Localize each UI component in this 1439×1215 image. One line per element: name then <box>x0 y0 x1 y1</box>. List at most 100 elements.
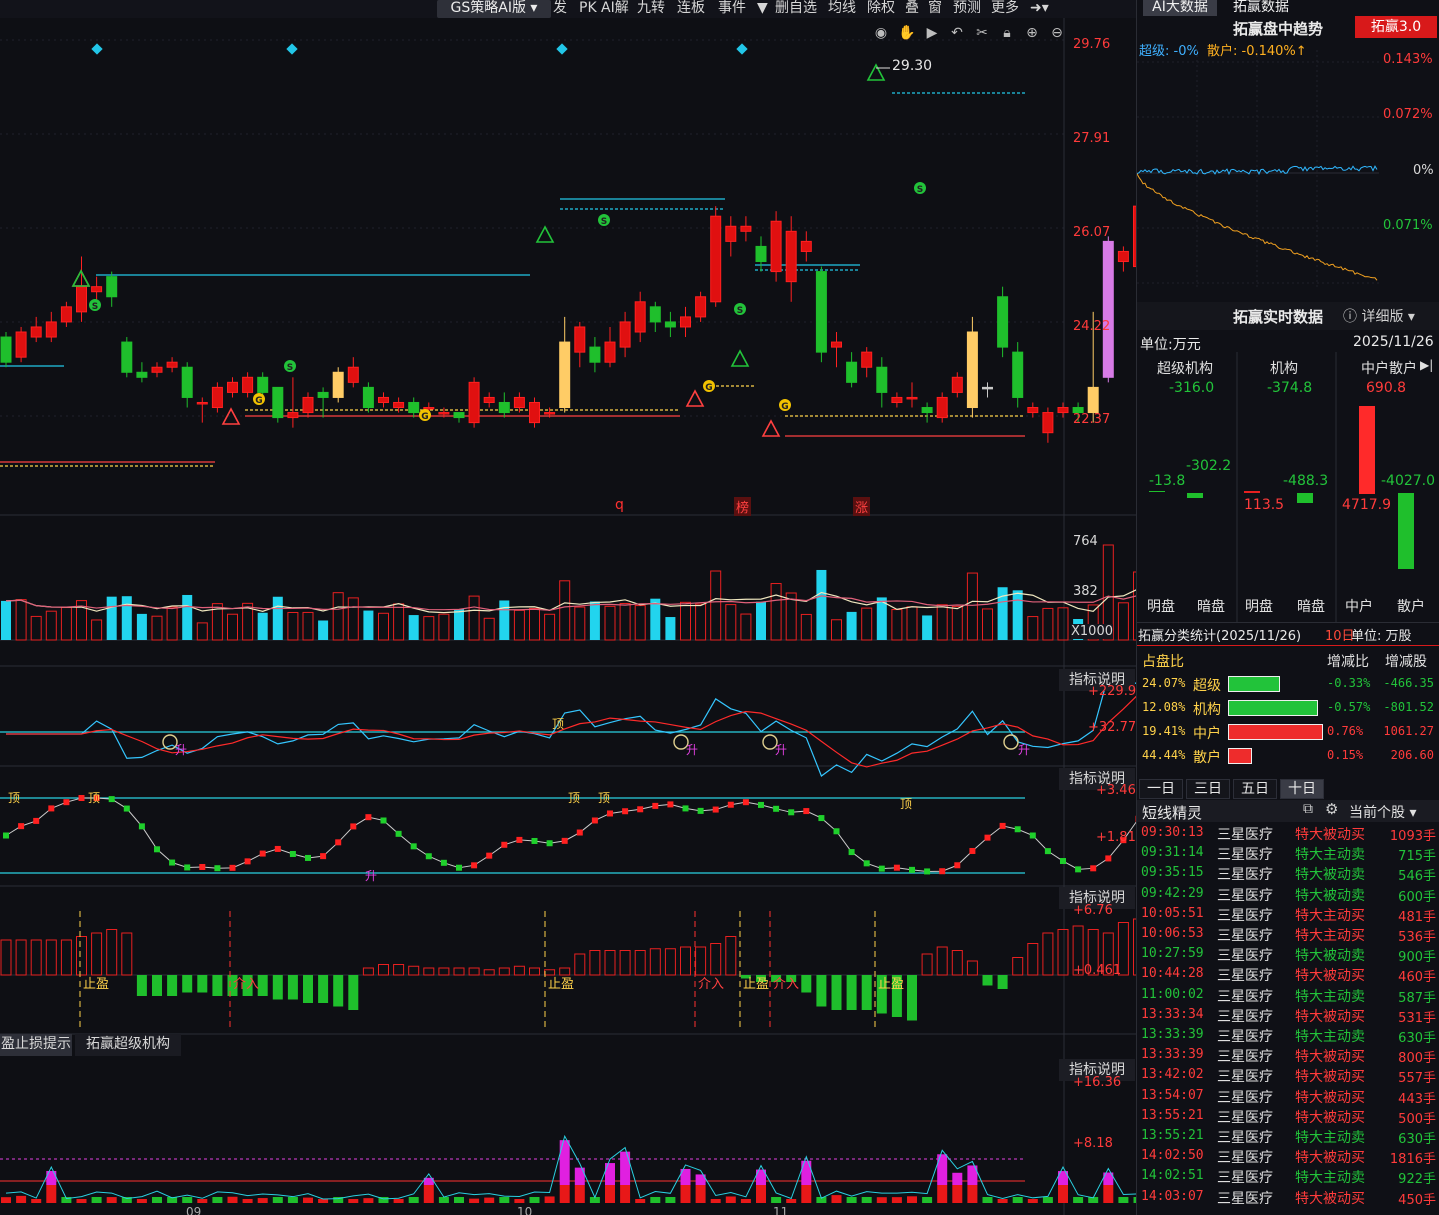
candle-body <box>317 391 329 398</box>
trade-time: 09:42:29 <box>1141 885 1204 901</box>
ind4-green-bar <box>922 1197 933 1203</box>
toolbar-item-arrow[interactable]: ▼ <box>757 0 768 18</box>
ind4-red-bar <box>46 1185 57 1203</box>
trade-row[interactable]: 13:55:21 三星医疗 特大被动买 500手 <box>1137 1106 1439 1127</box>
toolbar-item-jiuzhuan[interactable]: 九转 <box>637 0 665 18</box>
volume-bar <box>45 610 57 641</box>
ind2-square <box>576 829 583 836</box>
ind4-green-bar <box>861 1197 872 1203</box>
trade-qty: 1816手 <box>1389 1152 1436 1168</box>
period-tab[interactable]: 十日 <box>1280 779 1324 799</box>
trade-row[interactable]: 09:31:14 三星医疗 特大主动卖 715手 <box>1137 843 1439 865</box>
detail-label: 详细版 <box>1361 309 1404 325</box>
candle-body <box>91 286 103 293</box>
tab-tuoying-data[interactable]: 拓赢数据 <box>1221 0 1301 16</box>
toolbar-item-event[interactable]: 事件 <box>718 0 746 18</box>
ind2-square <box>108 796 115 803</box>
trade-row[interactable]: 13:42:02 三星医疗 特大被动买 557手 <box>1137 1065 1439 1086</box>
trade-qty: 715手 <box>1398 849 1436 865</box>
trade-row[interactable]: 13:33:39 三星医疗 特大主动卖 630手 <box>1137 1025 1439 1046</box>
volume-bar <box>710 570 722 641</box>
ind3-bar <box>106 929 118 976</box>
ind2-square <box>773 805 780 812</box>
g-signal-icon-text: G <box>421 412 428 422</box>
volume-bar <box>121 596 132 640</box>
toolbar-item-overlay[interactable]: 叠 <box>905 0 919 18</box>
toolbar-item-window[interactable]: 窗 <box>928 0 942 18</box>
toolbar-item-xdr[interactable]: 除权 <box>867 0 895 18</box>
trade-row[interactable]: 10:44:28 三星医疗 特大被动买 460手 <box>1137 964 1439 985</box>
ind2-square <box>984 834 991 841</box>
volume-bar <box>483 617 495 641</box>
stats-shares: 1061.27 <box>1383 724 1434 738</box>
strategy-dropdown[interactable]: GS策略AI版 ▾ <box>437 0 551 18</box>
trade-type: 特大主动卖 <box>1295 1170 1365 1187</box>
trade-row[interactable]: 13:33:39 三星医疗 特大被动买 800手 <box>1137 1045 1439 1066</box>
volume-bar <box>347 597 359 641</box>
event-marker-bang[interactable]: 榜 <box>734 497 752 516</box>
ind4-red-bar <box>393 1199 404 1203</box>
ind3-bar <box>982 975 993 986</box>
detail-toggle[interactable]: ⓘ 详细版 ▾ <box>1343 306 1415 326</box>
toolbar-item-remove-watch[interactable]: 删自选 <box>775 0 817 18</box>
tab-stop-loss[interactable]: 盈止损提示 <box>0 1034 72 1056</box>
expand-icon[interactable]: ▶| <box>1420 358 1433 372</box>
trade-row[interactable]: 13:55:21 三星医疗 特大主动卖 630手 <box>1137 1126 1439 1147</box>
ind2-square <box>259 850 266 857</box>
period-tab[interactable]: 五日 <box>1233 779 1277 799</box>
scope-dropdown[interactable]: 当前个股 ▾ <box>1349 802 1416 822</box>
trade-row[interactable]: 14:02:51 三星医疗 特大主动卖 922手 <box>1137 1166 1439 1187</box>
trade-stock: 三星医疗 <box>1217 1190 1273 1207</box>
trade-row[interactable]: 09:42:29 三星医疗 特大被动卖 600手 <box>1137 884 1439 905</box>
ind4-red-bar <box>1103 1185 1114 1203</box>
candle-body <box>740 225 752 232</box>
period-tab[interactable]: 一日 <box>1139 779 1183 799</box>
trade-type: 特大被动买 <box>1295 968 1365 985</box>
trade-row[interactable]: 10:06:53 三星医疗 特大主动买 536手 <box>1137 924 1439 945</box>
event-marker-zhang[interactable]: 涨 <box>853 497 871 516</box>
ind4-green-bar <box>529 1197 540 1203</box>
ind3-bar <box>453 967 465 976</box>
trend-badge[interactable]: 拓赢3.0 <box>1355 16 1437 38</box>
ind2-square <box>1105 855 1112 862</box>
trade-row[interactable]: 11:00:02 三星医疗 特大主动卖 587手 <box>1137 985 1439 1006</box>
ind2-square <box>682 805 689 812</box>
trade-row[interactable]: 13:33:34 三星医疗 特大被动买 531手 <box>1137 1005 1439 1026</box>
ind3-bar <box>604 950 616 976</box>
event-marker-q[interactable]: q <box>615 497 624 513</box>
tab-ai-data[interactable]: AI大数据 <box>1143 0 1217 16</box>
toolbar-item-pk[interactable]: PK <box>579 0 597 18</box>
ind4-green-bar <box>665 1197 676 1203</box>
toolbar-item-lianban[interactable]: 连板 <box>677 0 705 18</box>
toolbar-item-ma[interactable]: 均线 <box>828 0 856 18</box>
toolbar-item-more[interactable]: 更多 <box>991 0 1019 18</box>
popout-icon[interactable]: ⧉ <box>1303 801 1313 817</box>
trade-type: 特大主动卖 <box>1295 1130 1365 1146</box>
ind3-bar <box>861 975 872 1010</box>
trade-row[interactable]: 09:35:15 三星医疗 特大被动卖 546手 <box>1137 863 1439 884</box>
ind2-square <box>516 836 523 843</box>
trade-row[interactable]: 13:54:07 三星医疗 特大被动买 443手 <box>1137 1086 1439 1107</box>
candle-body <box>725 225 737 242</box>
ind4-green-bar <box>846 1197 857 1203</box>
trade-row[interactable]: 14:02:50 三星医疗 特大被动买 1816手 <box>1137 1146 1439 1168</box>
ind2-square <box>229 864 236 871</box>
gear-icon[interactable]: ⚙ <box>1325 800 1338 818</box>
period-tab[interactable]: 三日 <box>1186 779 1230 799</box>
trade-row[interactable]: 10:27:59 三星医疗 特大被动卖 900手 <box>1137 944 1439 965</box>
trade-row[interactable]: 10:05:51 三星医疗 特大主动买 481手 <box>1137 904 1439 925</box>
info-icon: ⓘ <box>1343 309 1362 325</box>
collapse-right-icon[interactable]: ➜▾ <box>1030 0 1049 18</box>
toolbar-item-ai[interactable]: AI解 <box>601 0 629 18</box>
ind4-green-bar <box>771 1197 782 1203</box>
toolbar-item-predict[interactable]: 预测 <box>953 0 981 18</box>
trade-row[interactable]: 09:30:13 三星医疗 特大被动买 1093手 <box>1137 823 1439 844</box>
ind2-square <box>1060 858 1066 865</box>
trade-row[interactable]: 14:03:07 三星医疗 特大被动买 450手 <box>1137 1187 1439 1208</box>
tab-super-institution[interactable]: 拓赢超级机构 <box>75 1034 181 1056</box>
candle-body <box>544 412 556 415</box>
stats-row: 12.08% 机构 -0.57% -801.52 <box>1137 698 1439 720</box>
toolbar-item-fa[interactable]: 发 <box>553 0 567 18</box>
ind2-square <box>727 801 734 808</box>
ind4-green-bar <box>1118 1197 1129 1203</box>
